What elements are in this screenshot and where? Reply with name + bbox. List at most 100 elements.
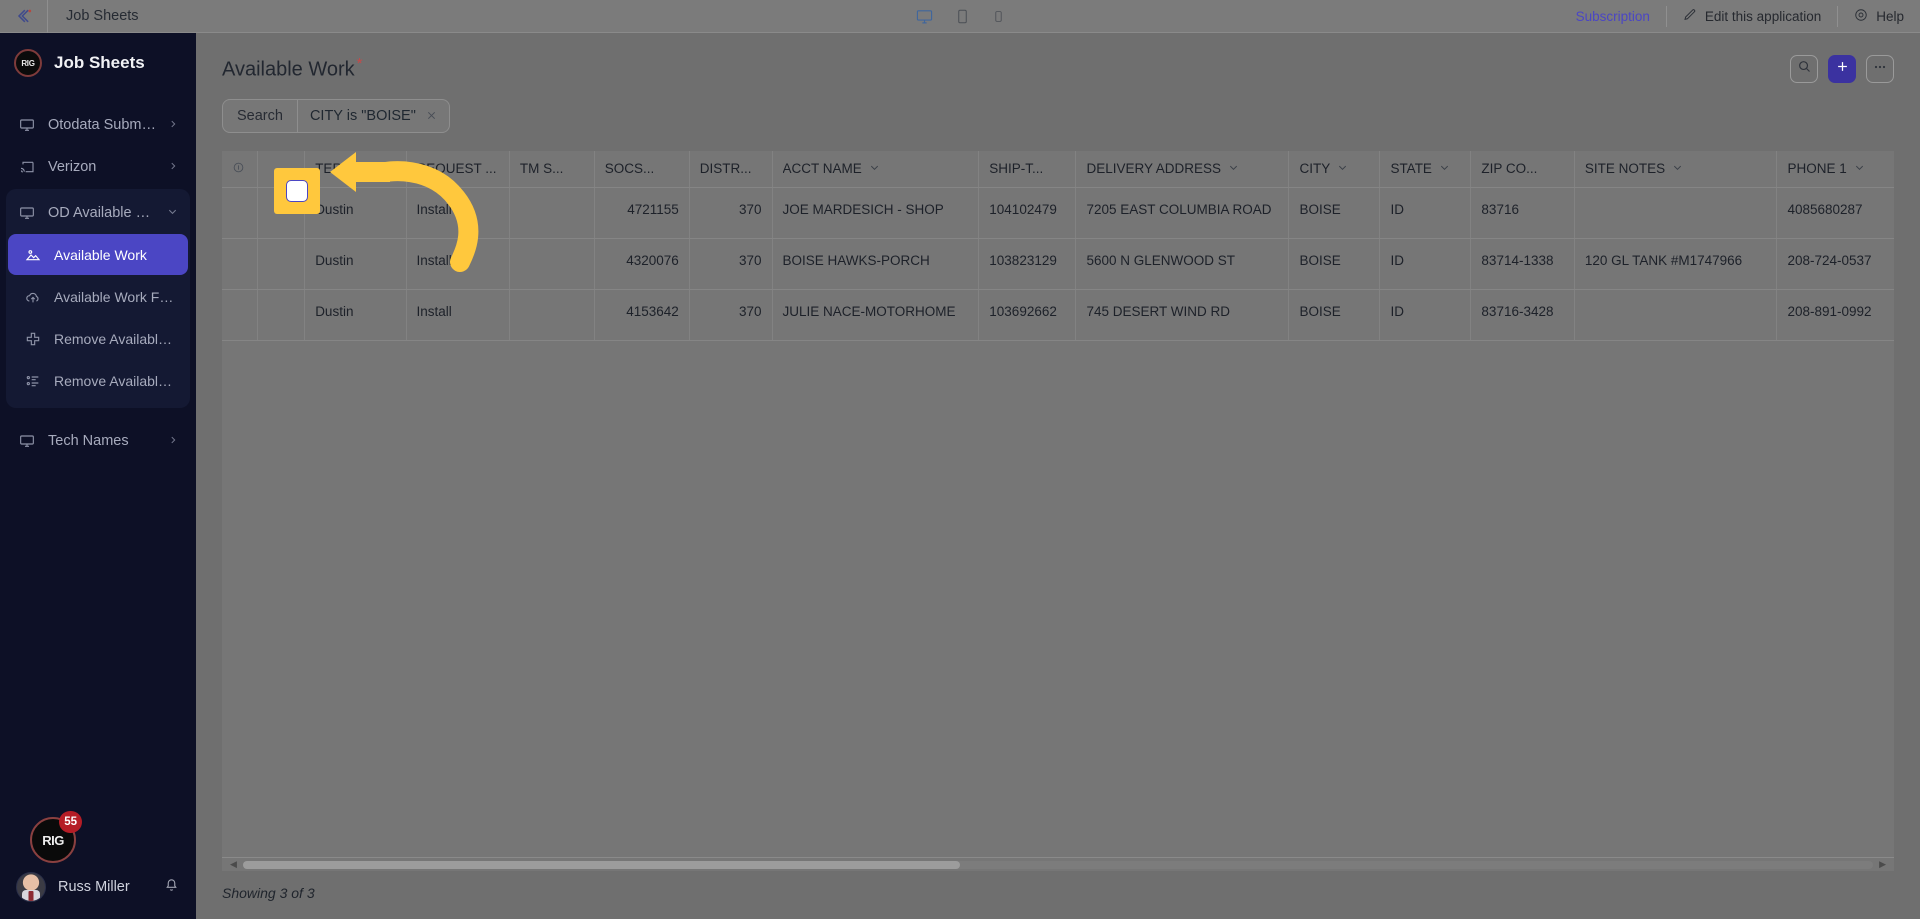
sidebar-item-verizon[interactable]: Verizon [8, 146, 188, 187]
row-select-cell[interactable] [222, 289, 258, 341]
avatar[interactable] [16, 872, 46, 902]
notification-badge-logo[interactable]: RIG 55 [30, 811, 82, 863]
horizontal-scrollbar[interactable]: ◀ ▶ [222, 857, 1894, 871]
chevron-right-icon [168, 117, 178, 133]
column-header-checkbox[interactable] [257, 151, 306, 188]
results-count: Showing 3 of 3 [222, 885, 315, 901]
column-label: ACCT NAME [782, 161, 862, 177]
brand-logo-text: RIG [21, 58, 35, 68]
required-asterisk: * [356, 55, 363, 72]
column-header-tm-status[interactable]: TM S... [509, 151, 595, 188]
caret-right-icon[interactable]: ▶ [1879, 859, 1886, 870]
sidebar-item-remove-available-work-1[interactable]: Remove Available W... [8, 318, 188, 359]
sidebar-item-label: OD Available Work [48, 204, 155, 221]
table-row[interactable]: Dustin Install 4721155 370 JOE MARDESICH… [222, 187, 1894, 239]
sidebar-item-remove-available-work-2[interactable]: Remove Available W... [8, 360, 188, 401]
subscription-link[interactable]: Subscription [1560, 6, 1666, 27]
column-header-acct-name[interactable]: ACCT NAME [772, 151, 980, 188]
plus-cross-icon [24, 330, 42, 348]
scrollbar-thumb[interactable] [242, 860, 961, 869]
sidebar-brand[interactable]: RIG Job Sheets [0, 41, 196, 85]
sidebar-item-label: Remove Available W... [54, 330, 178, 347]
cell-state: ID [1379, 289, 1472, 341]
cell-phone1: 4085680287 [1776, 187, 1894, 239]
column-header-ship-to[interactable]: SHIP-T... [978, 151, 1077, 188]
column-label: REQUEST ... [416, 161, 497, 177]
cell-request: Install [406, 289, 510, 341]
sidebar-item-available-work-form[interactable]: Available Work Form [8, 276, 188, 317]
table-row[interactable]: Dustin Install 4153642 370 JULIE NACE-MO… [222, 289, 1894, 341]
user-profile-row[interactable]: Russ Miller [0, 865, 196, 909]
edit-application-button[interactable]: Edit this application [1665, 5, 1837, 27]
search-button[interactable] [1790, 55, 1818, 83]
cell-district: 370 [689, 238, 773, 290]
main-content: Available Work * Search CITY is "BOISE" … [196, 33, 1920, 919]
cell-territory: Dustin [304, 289, 407, 341]
desktop-icon[interactable] [916, 8, 933, 25]
cell-phone1: 208-724-0537 [1776, 238, 1894, 290]
cell-city: BOISE [1288, 289, 1381, 341]
cell-delivery-address: 745 DESERT WIND RD [1075, 289, 1290, 341]
tablet-icon[interactable] [955, 8, 970, 25]
table-scroll-viewport[interactable]: TERR... REQUEST ... TM S... SOCS... DIST… [222, 151, 1894, 857]
column-header-territory[interactable]: TERR... [304, 151, 407, 188]
filter-chip-city[interactable]: CITY is "BOISE" [296, 100, 449, 132]
column-header-socs[interactable]: SOCS... [594, 151, 690, 188]
row-checkbox-cell[interactable] [257, 238, 306, 290]
column-header-zip[interactable]: ZIP CO... [1470, 151, 1575, 188]
column-header-delivery-address[interactable]: DELIVERY ADDRESS [1075, 151, 1290, 188]
column-label: PHONE 1 [1787, 161, 1847, 177]
add-button[interactable] [1828, 55, 1856, 83]
data-table: TERR... REQUEST ... TM S... SOCS... DIST… [222, 151, 1894, 341]
brand-name: Job Sheets [54, 53, 145, 72]
company-logo-text: RIG [42, 832, 64, 848]
cell-state: ID [1379, 238, 1472, 290]
column-header-city[interactable]: CITY [1288, 151, 1381, 188]
column-header-request[interactable]: REQUEST ... [406, 151, 510, 188]
caret-left-icon[interactable]: ◀ [230, 859, 237, 870]
cell-tm-status [509, 238, 595, 290]
cell-district: 370 [689, 187, 773, 239]
row-select-cell[interactable] [222, 238, 258, 290]
chevron-down-icon [1439, 161, 1450, 176]
bell-icon[interactable] [163, 876, 180, 898]
circle-icon [232, 161, 245, 177]
row-checkbox-cell[interactable] [257, 289, 306, 341]
platform-logo-icon[interactable] [0, 0, 48, 33]
more-button[interactable] [1866, 55, 1894, 83]
close-icon[interactable] [426, 108, 437, 125]
cell-district: 370 [689, 289, 773, 341]
column-header-select [222, 151, 258, 188]
column-header-site-notes[interactable]: SITE NOTES [1574, 151, 1778, 188]
column-header-state[interactable]: STATE [1379, 151, 1472, 188]
pencil-icon [1683, 8, 1697, 25]
scrollbar-track[interactable] [242, 860, 1874, 869]
column-header-district[interactable]: DISTR... [689, 151, 773, 188]
cell-zip: 83716 [1470, 187, 1575, 239]
column-label: TERR... [315, 161, 364, 177]
sidebar-item-od-available-work[interactable]: OD Available Work [8, 192, 188, 233]
column-label: ZIP CO... [1481, 161, 1538, 177]
top-chrome-bar: Job Sheets Subscription Edit this applic… [0, 0, 1920, 33]
sidebar-item-available-work[interactable]: Available Work [8, 234, 188, 275]
sidebar-item-label: Otodata Submitted ... [48, 116, 156, 133]
cell-site-notes: 120 GL TANK #M1747966 [1574, 238, 1778, 290]
row-select-cell[interactable] [222, 187, 258, 239]
sidebar-item-tech-names[interactable]: Tech Names [8, 420, 188, 461]
help-button[interactable]: Help [1837, 5, 1920, 27]
cell-request: Install [406, 187, 510, 239]
cell-tm-status [509, 289, 595, 341]
table-row[interactable]: Dustin Install 4320076 370 BOISE HAWKS-P… [222, 238, 1894, 290]
sidebar-item-otodata-submitted[interactable]: Otodata Submitted ... [8, 104, 188, 145]
column-header-phone1[interactable]: PHONE 1 [1776, 151, 1894, 188]
cell-ship-to: 103692662 [978, 289, 1077, 341]
cell-tm-status [509, 187, 595, 239]
page-title: Available Work * [222, 55, 363, 82]
cell-request: Install [406, 238, 510, 290]
search-label[interactable]: Search [223, 108, 297, 124]
user-name: Russ Miller [58, 879, 130, 895]
chevron-down-icon [1854, 161, 1865, 176]
row-checkbox-cell[interactable] [257, 187, 306, 239]
table-header: TERR... REQUEST ... TM S... SOCS... DIST… [222, 151, 1894, 188]
mobile-icon[interactable] [992, 8, 1005, 25]
